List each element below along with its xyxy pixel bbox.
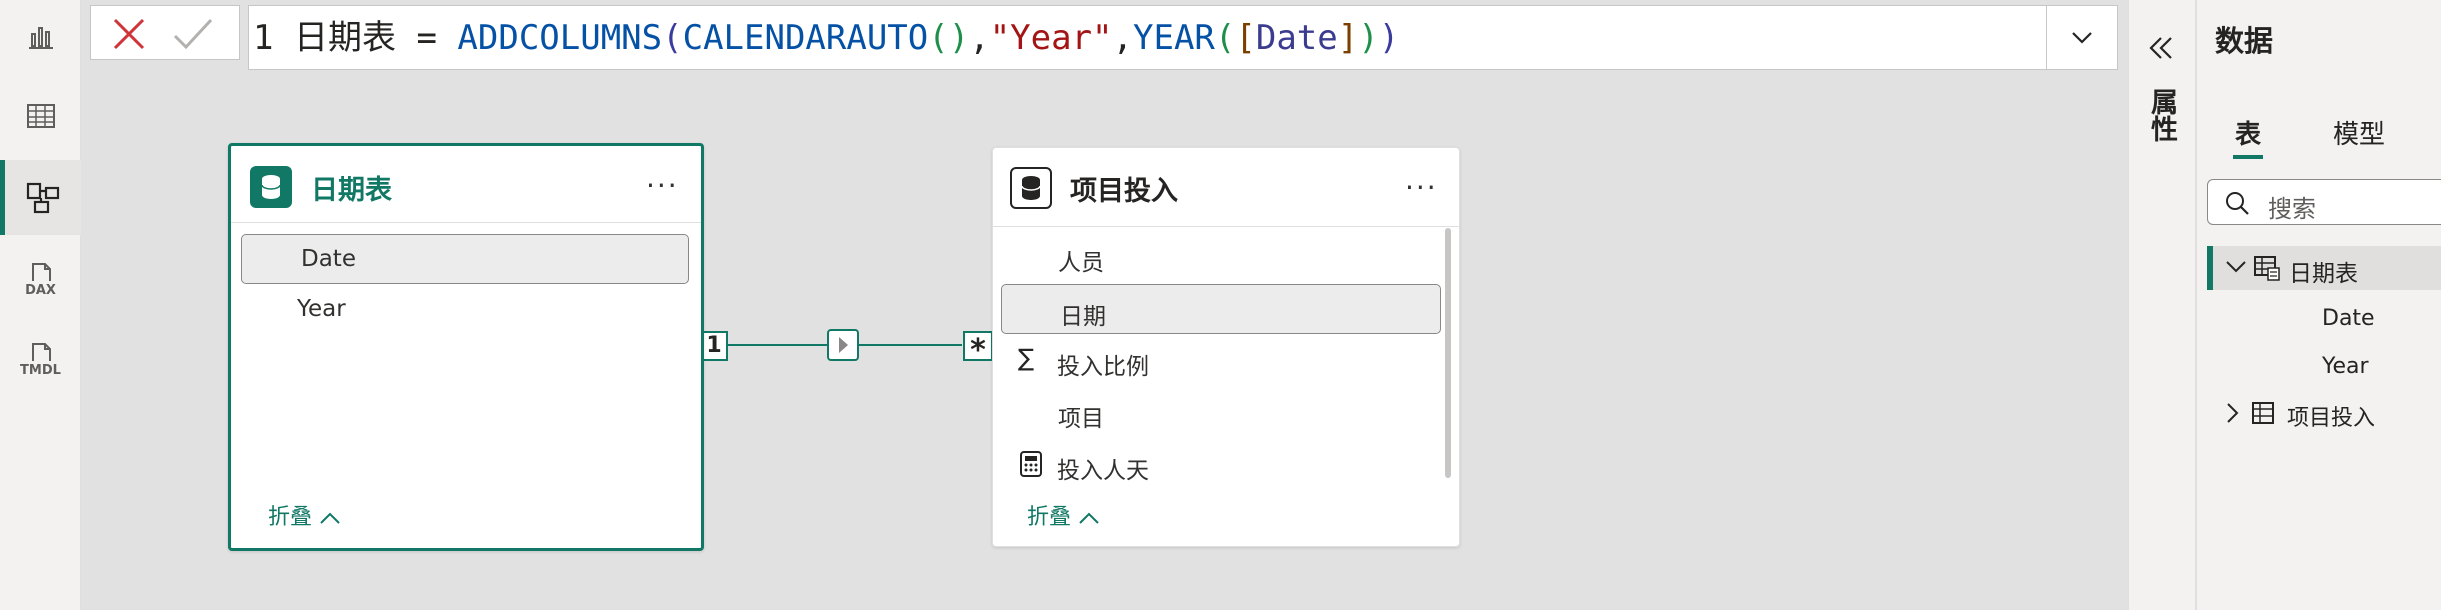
field-date[interactable]: Date (301, 246, 356, 272)
field-project[interactable]: 项目 (1058, 399, 1104, 433)
tab-model[interactable]: 模型 (2333, 114, 2385, 151)
chevron-right-icon (2227, 403, 2239, 423)
formula-paren: () (928, 18, 970, 58)
table-title: 日期表 (311, 175, 392, 206)
formula-equals: = (416, 18, 437, 58)
cancel-formula-button[interactable] (109, 14, 149, 54)
properties-title[interactable]: 属性 (2146, 88, 2181, 142)
calculated-table-icon (2254, 256, 2280, 281)
formula-fn-calendarauto: CALENDARAUTO (682, 18, 929, 58)
table-title: 项目投入 (1070, 176, 1178, 207)
tree-field-date[interactable]: Date (2322, 306, 2375, 331)
table-icon (2252, 402, 2274, 424)
close-icon (113, 18, 145, 50)
dax-query-view-button[interactable]: DAX (0, 243, 81, 315)
table-icon (250, 166, 292, 208)
model-view-icon (26, 182, 60, 213)
cardinality-one: 1 (700, 331, 728, 361)
tree-item-project-table[interactable]: 项目投入 (2207, 394, 2441, 434)
commit-formula-button[interactable] (171, 14, 215, 54)
dax-label: DAX (25, 282, 56, 298)
dax-query-view-icon (31, 262, 51, 281)
tree-item-date-table[interactable]: 日期表 (2207, 246, 2441, 290)
formula-paren: ( (662, 18, 683, 58)
database-icon (1021, 176, 1041, 200)
collapse-label: 折叠 (268, 505, 313, 530)
formula-fn-year: YEAR (1133, 18, 1215, 58)
field-ratio[interactable]: 投入比例 (1057, 347, 1149, 381)
formula-paren: ( (1214, 18, 1236, 58)
field-date[interactable]: 日期 (1060, 297, 1106, 331)
tmdl-view-button[interactable]: TMDL (0, 323, 81, 395)
table-icon (1010, 167, 1052, 209)
formula-input[interactable]: 1 日期表 = ADDCOLUMNS(CALENDARAUTO(),"Year"… (248, 5, 2118, 70)
tree-label: 日期表 (2289, 261, 2358, 287)
divider (993, 226, 1459, 227)
properties-pane: 属性 (2128, 0, 2195, 610)
formula-table-name: 日期表 (293, 18, 396, 58)
formula-bracket: ] (1337, 18, 1359, 58)
report-view-icon (28, 27, 53, 49)
tree-field-year[interactable]: Year (2322, 354, 2369, 379)
formula-paren: ) (1378, 18, 1400, 58)
more-options-button[interactable]: ··· (646, 172, 679, 200)
search-icon (2226, 192, 2249, 215)
view-rail: DAX TMDL (0, 0, 81, 610)
formula-buttons (90, 5, 240, 60)
formula-paren: ) (1358, 18, 1379, 58)
collapse-label: 折叠 (1027, 505, 1072, 530)
chevron-down-icon (2072, 31, 2092, 44)
formula-column-ref: Date (1255, 18, 1338, 58)
field-person-days[interactable]: 投入人天 (1057, 451, 1149, 485)
tree-label: 项目投入 (2287, 406, 2376, 431)
sigma-icon: ∑ (1018, 344, 1035, 372)
scrollbar[interactable] (1445, 228, 1451, 478)
formula-bracket: [ (1235, 18, 1256, 58)
chevron-up-icon (320, 512, 340, 524)
field-person[interactable]: 人员 (1058, 243, 1104, 277)
double-chevron-left-icon (2149, 37, 2172, 59)
data-pane: 数据 表 模型 搜索 日期表 Date Year 项目投入 (2196, 0, 2441, 610)
database-icon (261, 175, 281, 199)
model-view-button[interactable] (0, 160, 81, 235)
project-table-card[interactable]: 项目投入 ··· 人员 日期 ∑ 投入比例 项目 投入人天 折叠 (992, 147, 1460, 547)
data-pane-title: 数据 (2215, 24, 2274, 58)
chevron-up-icon (1079, 512, 1099, 524)
check-icon (173, 18, 213, 50)
tmdl-view-icon (31, 342, 51, 361)
collapse-button[interactable]: 折叠 (1027, 499, 1100, 531)
formula-fn-addcolumns: ADDCOLUMNS (457, 18, 663, 58)
table-view-icon (26, 104, 55, 128)
formula-string: "Year" (989, 18, 1113, 58)
chevron-down-icon (2226, 261, 2246, 273)
divider (231, 222, 701, 223)
tmdl-label: TMDL (20, 362, 61, 378)
collapse-button[interactable]: 折叠 (268, 499, 341, 531)
calculator-icon (1020, 451, 1042, 477)
expand-pane-button[interactable] (2145, 32, 2177, 64)
cardinality-many: * (963, 331, 993, 368)
search-placeholder: 搜索 (2268, 195, 2316, 223)
more-options-button[interactable]: ··· (1405, 174, 1438, 202)
expand-formula-button[interactable] (2046, 6, 2117, 69)
date-table-card[interactable]: 日期表 ··· Date Year 折叠 (228, 143, 704, 551)
line-number: 1 (253, 18, 274, 58)
search-input[interactable]: 搜索 (2207, 179, 2441, 225)
field-year[interactable]: Year (297, 296, 346, 322)
tab-tables[interactable]: 表 (2235, 114, 2261, 151)
report-view-button[interactable] (0, 0, 81, 72)
relationship-line[interactable] (690, 325, 1000, 365)
table-view-button[interactable] (0, 80, 81, 152)
active-tab-indicator (2233, 155, 2263, 159)
